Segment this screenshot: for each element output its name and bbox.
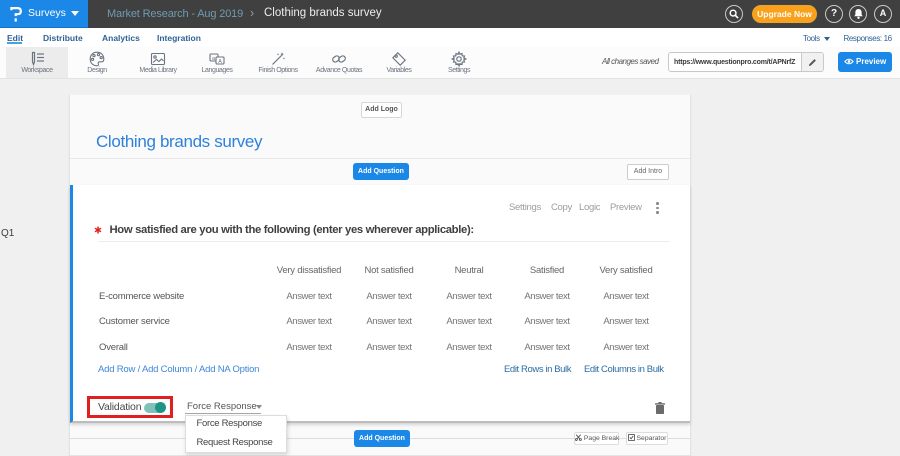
svg-text:A: A: [218, 59, 222, 65]
